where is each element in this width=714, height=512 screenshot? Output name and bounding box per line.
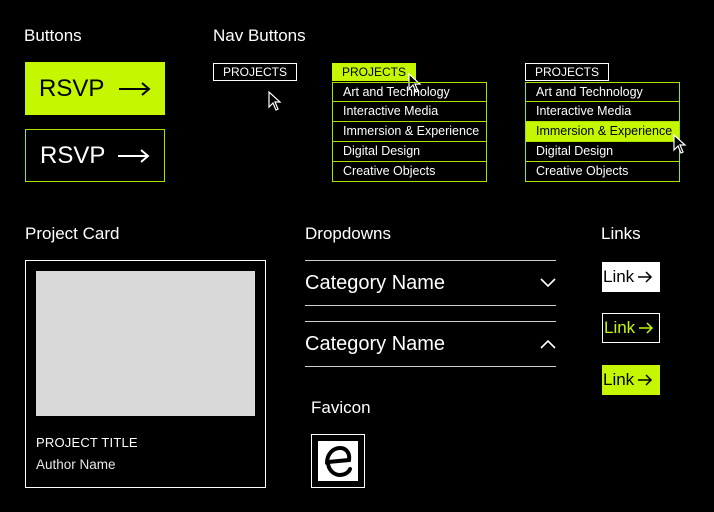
cursor-icon <box>673 134 687 154</box>
favicon-preview <box>311 434 365 488</box>
project-title: PROJECT TITLE <box>36 435 138 450</box>
menu-item-art-and-technology[interactable]: Art and Technology <box>332 82 487 102</box>
arrow-right-icon <box>118 148 150 163</box>
menu-item-creative-objects[interactable]: Creative Objects <box>332 162 487 182</box>
rsvp-label: RSVP <box>39 74 105 102</box>
nav-buttons-heading: Nav Buttons <box>213 26 306 45</box>
divider <box>305 260 556 261</box>
arrow-right-icon <box>639 322 654 334</box>
divider <box>305 366 556 367</box>
menu-item-digital-design[interactable]: Digital Design <box>525 142 680 162</box>
project-author: Author Name <box>36 457 116 472</box>
menu-item-interactive-media[interactable]: Interactive Media <box>332 102 487 122</box>
rsvp-button-outline[interactable]: RSVP <box>25 129 165 182</box>
divider <box>305 321 556 322</box>
nav-projects-button[interactable]: PROJECTS <box>525 63 610 81</box>
project-thumbnail <box>36 271 255 416</box>
project-card-heading: Project Card <box>25 224 120 243</box>
menu-item-immersion-experience-highlighted[interactable]: Immersion & Experience <box>525 122 680 142</box>
nav-dropdown-menu-hover: Art and Technology Interactive Media Imm… <box>525 82 680 182</box>
favicon-heading: Favicon <box>311 398 371 417</box>
favicon-image <box>318 441 358 481</box>
dropdowns-heading: Dropdowns <box>305 224 391 243</box>
link-green[interactable]: Link <box>602 365 660 395</box>
menu-item-digital-design[interactable]: Digital Design <box>332 142 487 162</box>
chevron-down-icon[interactable] <box>540 278 556 288</box>
menu-item-creative-objects[interactable]: Creative Objects <box>525 162 680 182</box>
link-label: Link <box>604 318 636 337</box>
links-heading: Links <box>601 224 641 243</box>
rsvp-button-filled[interactable]: RSVP <box>25 62 165 115</box>
arrow-right-icon <box>638 374 653 386</box>
letter-e-logo-icon <box>325 445 352 478</box>
dropdown-label-collapsed[interactable]: Category Name <box>305 272 445 295</box>
arrow-right-icon <box>638 271 653 283</box>
project-card[interactable]: PROJECT TITLE Author Name <box>25 260 266 488</box>
nav-projects-button[interactable]: PROJECTS <box>213 63 298 81</box>
link-white[interactable]: Link <box>602 262 660 292</box>
link-outline[interactable]: Link <box>602 313 660 343</box>
buttons-heading: Buttons <box>24 26 82 45</box>
chevron-up-icon[interactable] <box>540 339 556 349</box>
menu-item-art-and-technology[interactable]: Art and Technology <box>525 82 680 102</box>
menu-item-interactive-media[interactable]: Interactive Media <box>525 102 680 122</box>
link-label: Link <box>603 370 635 389</box>
dropdown-label-expanded[interactable]: Category Name <box>305 333 445 356</box>
rsvp-label: RSVP <box>40 141 106 169</box>
arrow-right-icon <box>119 81 151 96</box>
menu-item-immersion-experience[interactable]: Immersion & Experience <box>332 122 487 142</box>
nav-projects-button-active[interactable]: PROJECTS <box>332 63 417 81</box>
cursor-icon <box>268 91 282 111</box>
link-label: Link <box>603 267 635 286</box>
divider <box>305 305 556 306</box>
nav-dropdown-menu: Art and Technology Interactive Media Imm… <box>332 82 487 182</box>
